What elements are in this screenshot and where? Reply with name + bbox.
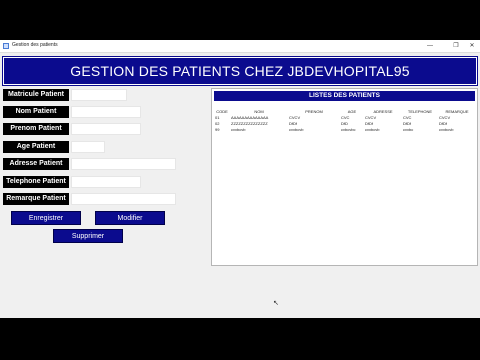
table-cell: cvxbcvb <box>439 126 454 132</box>
label-age: Age Patient <box>3 141 69 153</box>
app-header: GESTION DES PATIENTS CHEZ JBDEVHOPITAL95 <box>2 56 478 86</box>
table-cell: cvxbcvb <box>365 126 380 132</box>
delete-button[interactable]: Supprimer <box>53 229 123 243</box>
close-icon[interactable]: ✕ <box>463 41 480 52</box>
letterbox-bottom <box>0 318 480 360</box>
window-title: Gestion des patients <box>12 42 58 48</box>
label-telephone: Telephone Patient <box>3 176 69 188</box>
telephone-field[interactable] <box>71 176 141 188</box>
patient-table[interactable]: CODE NOM PRENOM AGE ADRESSE TELEPHONE RE… <box>214 108 476 132</box>
mouse-cursor-icon: ↖ <box>273 300 279 307</box>
label-nom: Nom Patient <box>3 106 69 118</box>
table-cell: cvxbcvb <box>289 126 304 132</box>
adresse-field[interactable] <box>71 158 176 170</box>
label-matricule: Matricule Patient <box>3 89 69 101</box>
page-title: GESTION DES PATIENTS CHEZ JBDEVHOPITAL95 <box>70 63 410 79</box>
matricule-field[interactable] <box>71 89 127 101</box>
prenom-field[interactable] <box>71 123 141 135</box>
label-remarque: Remarque Patient <box>3 193 69 205</box>
table-cell: 99 <box>215 126 220 132</box>
app-window: Gestion des patients — ❐ ✕ GESTION DES P… <box>0 40 480 318</box>
table-cell: cvxbcvb <box>231 126 246 132</box>
label-adresse: Adresse Patient <box>3 158 69 170</box>
window-app-icon <box>3 43 9 49</box>
column-header-code[interactable]: CODE <box>214 108 230 114</box>
save-button[interactable]: Enregistrer <box>11 211 81 225</box>
table-cell: cvxbc <box>403 126 414 132</box>
remarque-field[interactable] <box>71 193 176 205</box>
edit-button[interactable]: Modifier <box>95 211 165 225</box>
table-cell: cvbcvbc <box>341 126 356 132</box>
nom-field[interactable] <box>71 106 141 118</box>
minimize-icon[interactable]: — <box>421 41 439 52</box>
patient-list-title: LISTES DES PATIENTS <box>214 91 475 101</box>
label-prenom: Prenom Patient <box>3 123 69 135</box>
patient-list-panel: LISTES DES PATIENTS CODE NOM PRENOM AGE … <box>211 88 478 266</box>
window-titlebar: Gestion des patients — ❐ ✕ <box>0 40 480 53</box>
age-field[interactable] <box>71 141 105 153</box>
table-row[interactable]: 99 cvxbcvb cvxbcvb cvbcvbc cvxbcvb cvxbc… <box>214 126 476 132</box>
